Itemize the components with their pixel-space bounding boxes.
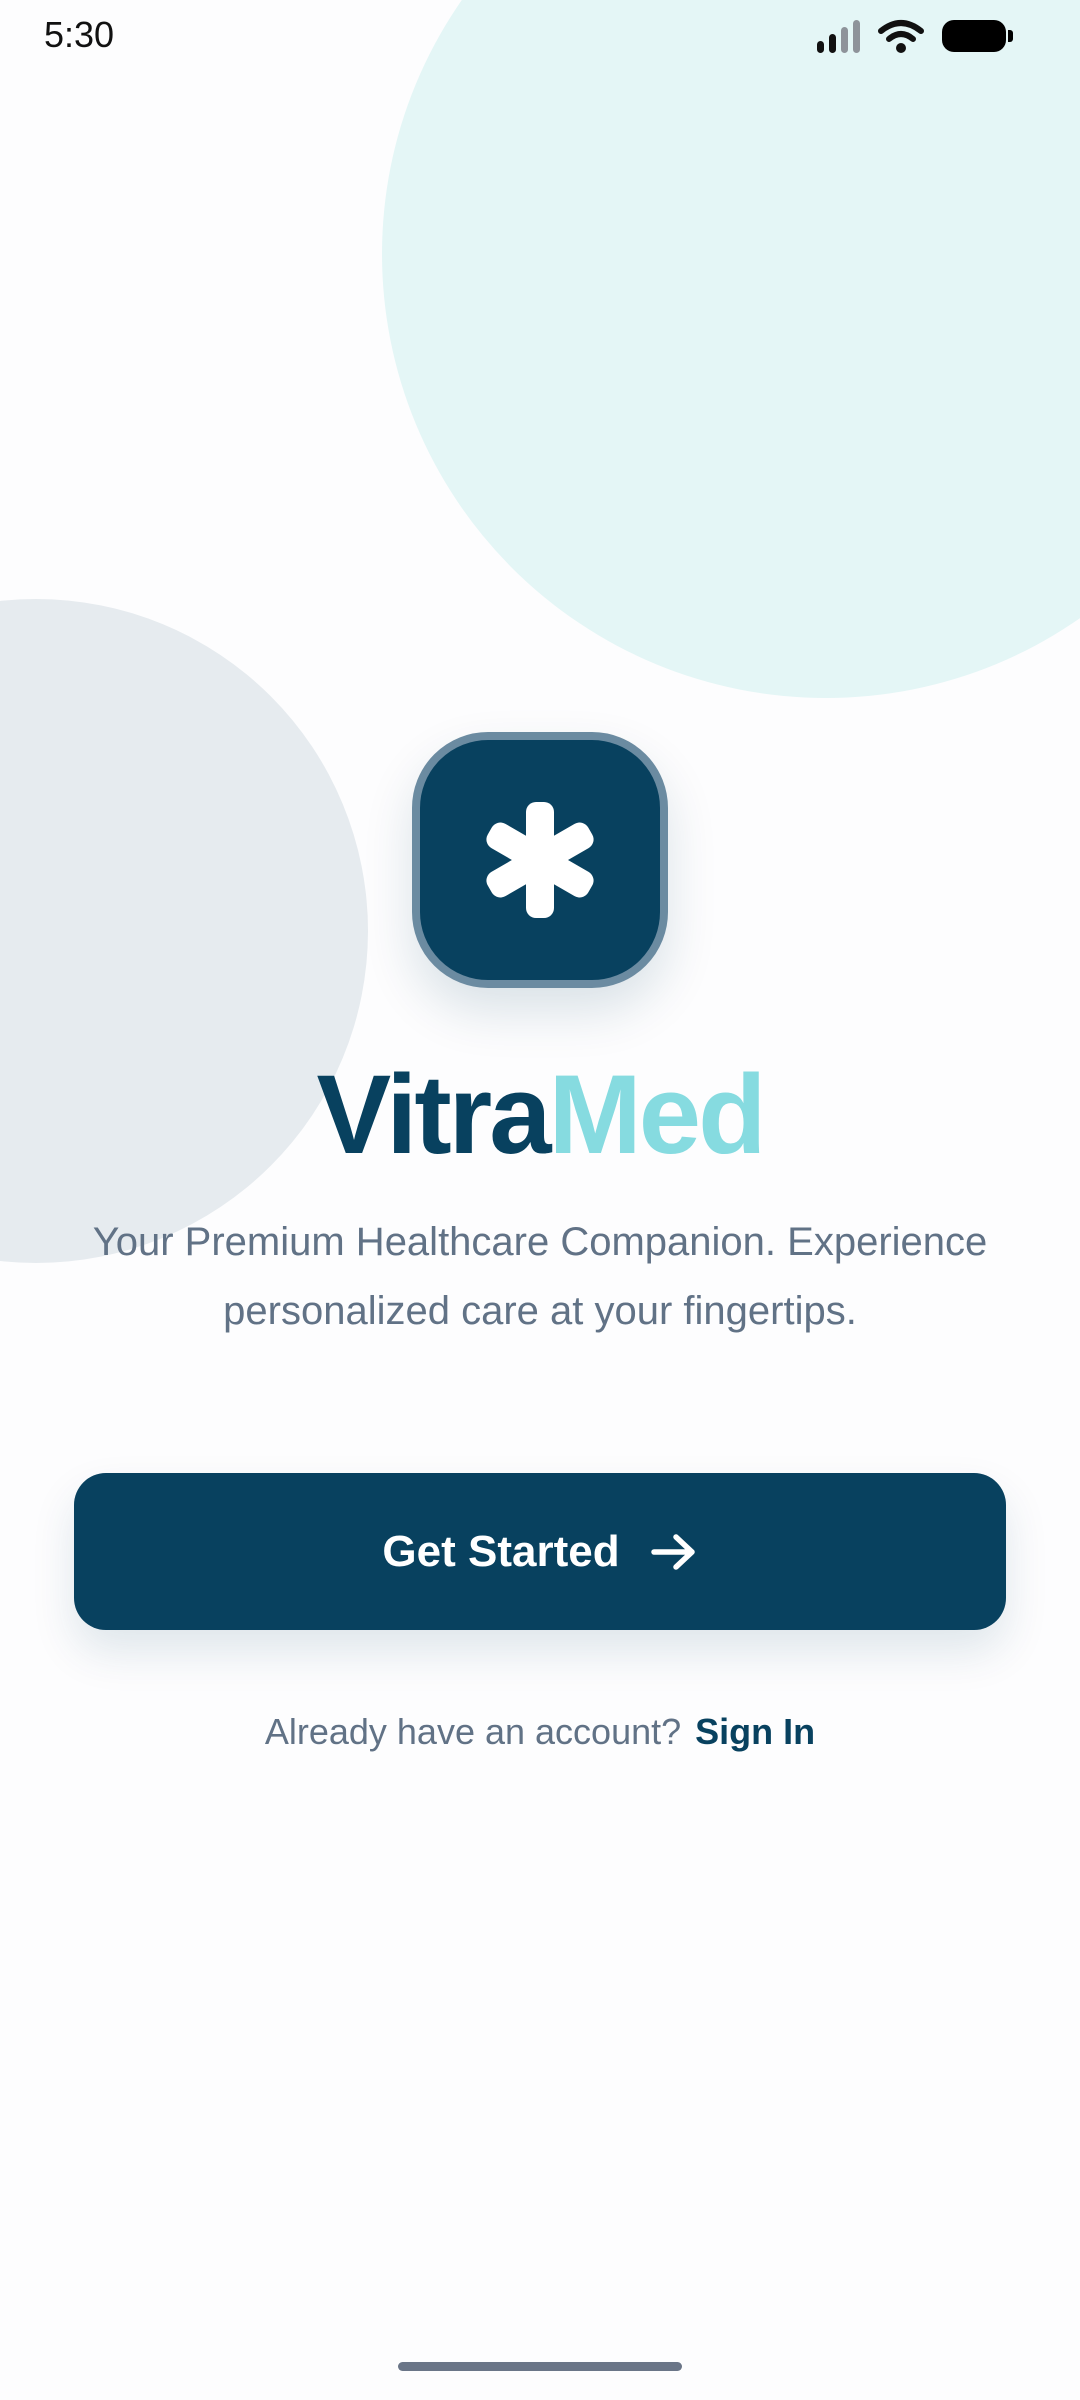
status-bar: 5:30	[0, 0, 1080, 72]
app-name: VitraMed	[0, 1050, 1080, 1180]
get-started-button[interactable]: Get Started	[74, 1473, 1006, 1630]
app-name-accent: Med	[548, 1052, 766, 1177]
wifi-icon	[878, 20, 924, 53]
sign-in-link[interactable]: Sign In	[695, 1711, 815, 1752]
decorative-circle-teal	[382, 0, 1080, 698]
medical-asterisk-icon	[486, 802, 594, 918]
signin-prompt: Already have an account?	[264, 1711, 682, 1752]
signal-icon	[817, 19, 860, 53]
tagline: Your Premium Healthcare Companion. Exper…	[92, 1220, 988, 1333]
home-indicator[interactable]	[398, 2362, 682, 2371]
status-icons	[817, 16, 1013, 56]
battery-icon	[942, 20, 1013, 52]
status-time: 5:30	[44, 14, 115, 55]
signin-row: Already have an account? Sign In	[0, 1704, 1080, 1760]
welcome-screen: 5:30 VitraMed Your Premium Healthcare Co…	[0, 0, 1080, 2400]
get-started-label: Get Started	[382, 1526, 620, 1576]
app-logo	[412, 732, 668, 988]
app-name-primary: Vitra	[316, 1052, 552, 1177]
arrow-right-icon	[650, 1533, 695, 1570]
